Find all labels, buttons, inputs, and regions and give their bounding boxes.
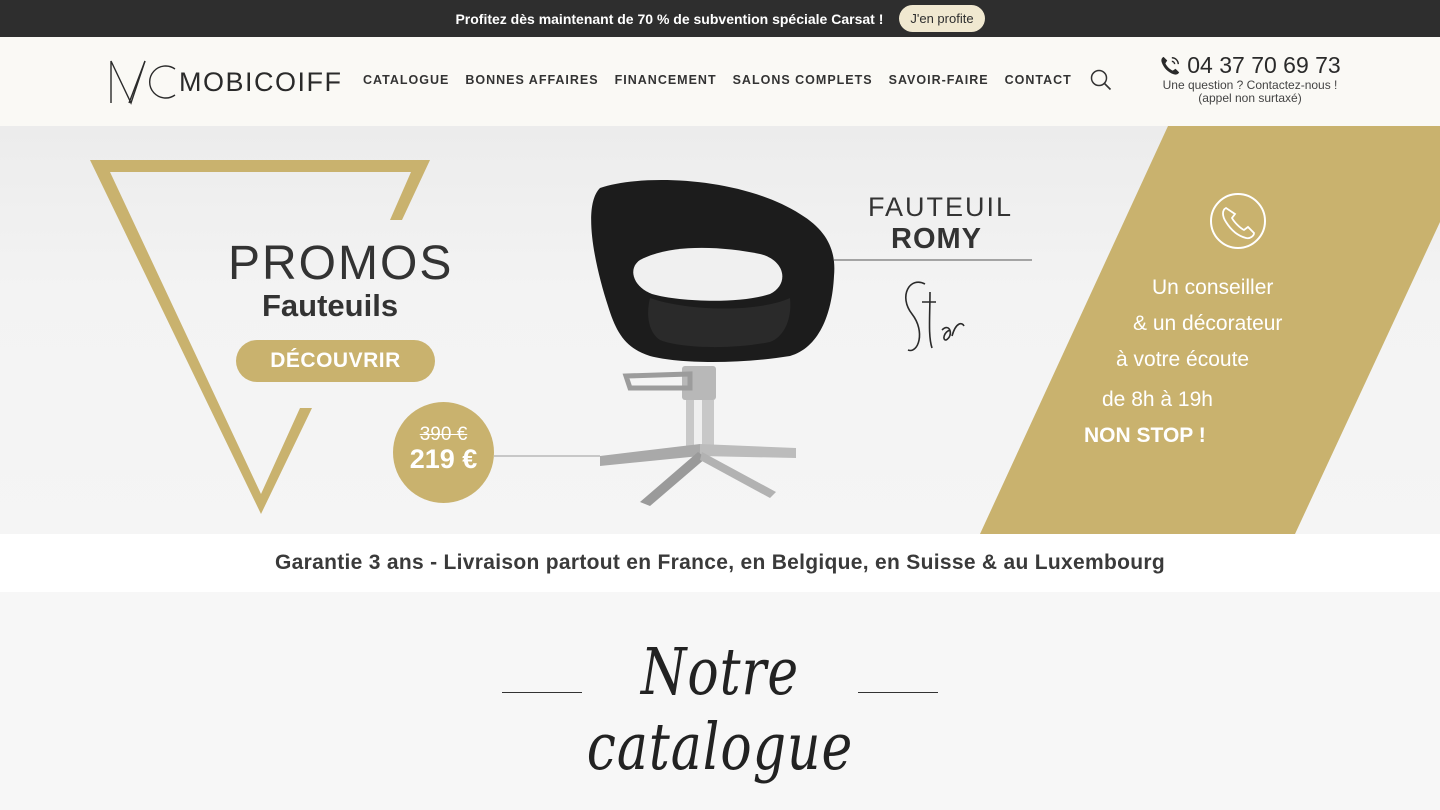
announcement-bar: Profitez dès maintenant de 70 % de subve… (0, 0, 1440, 37)
nav-bonnes-affaires[interactable]: BONNES AFFAIRES (465, 73, 598, 87)
advisor-line-2: & un décorateur (1133, 312, 1283, 335)
chair-name: ROMY (891, 223, 982, 255)
hero-banner[interactable]: PROMOS Fauteuils DÉCOUVRIR 390 € 219 € F… (0, 126, 1440, 534)
advisor-line-1: Un conseiller (1152, 276, 1274, 299)
advisor-emphasis: NON STOP ! (1084, 424, 1206, 447)
catalogue-divider-left (502, 692, 582, 693)
contact-note: (appel non surtaxé) (1198, 91, 1302, 105)
advisor-line-3: à votre écoute (1116, 348, 1250, 371)
phone-number[interactable]: 04 37 70 69 73 (1187, 52, 1340, 79)
subsidy-cta-button[interactable]: J'en profite (899, 5, 985, 32)
promos-title: PROMOS (228, 237, 454, 290)
discover-button[interactable]: DÉCOUVRIR (236, 340, 435, 382)
star-signature-graphic (905, 281, 965, 352)
main-nav: CATALOGUE BONNES AFFAIRES FINANCEMENT SA… (363, 73, 1072, 87)
search-icon[interactable] (1090, 69, 1112, 91)
nav-contact[interactable]: CONTACT (1005, 73, 1072, 87)
guarantee-strip: Garantie 3 ans - Livraison partout en Fr… (0, 534, 1440, 592)
catalogue-divider-right (858, 692, 938, 693)
promos-subtitle: Fauteuils (262, 288, 399, 323)
price-new: 219 € (409, 444, 478, 474)
catalogue-section: Notre catalogue (0, 592, 1440, 810)
contact-block: 04 37 70 69 73 Une question ? Contactez-… (1150, 52, 1350, 105)
phone-icon (1161, 56, 1180, 75)
site-header: MOBICOIFF CATALOGUE BONNES AFFAIRES FINA… (0, 37, 1440, 126)
logo-text: MOBICOIFF (179, 66, 343, 97)
nav-salons-complets[interactable]: SALONS COMPLETS (733, 73, 873, 87)
chair-image (591, 180, 835, 506)
logo-monogram-icon (110, 60, 176, 105)
nav-financement[interactable]: FINANCEMENT (615, 73, 717, 87)
price-old: 390 € (419, 424, 468, 445)
gold-triangle-shape (90, 160, 430, 514)
nav-savoir-faire[interactable]: SAVOIR-FAIRE (889, 73, 989, 87)
advisor-line-4: de 8h à 19h (1102, 388, 1213, 411)
chair-label: FAUTEUIL (868, 192, 1014, 222)
catalogue-heading: Notre catalogue (586, 635, 854, 785)
announcement-text: Profitez dès maintenant de 70 % de subve… (455, 10, 884, 27)
price-badge: 390 € 219 € (393, 402, 494, 503)
phone-row[interactable]: 04 37 70 69 73 (1150, 52, 1350, 79)
guarantee-text: Garantie 3 ans - Livraison partout en Fr… (275, 551, 1165, 574)
nav-catalogue[interactable]: CATALOGUE (363, 73, 449, 87)
logo[interactable]: MOBICOIFF (109, 59, 343, 105)
